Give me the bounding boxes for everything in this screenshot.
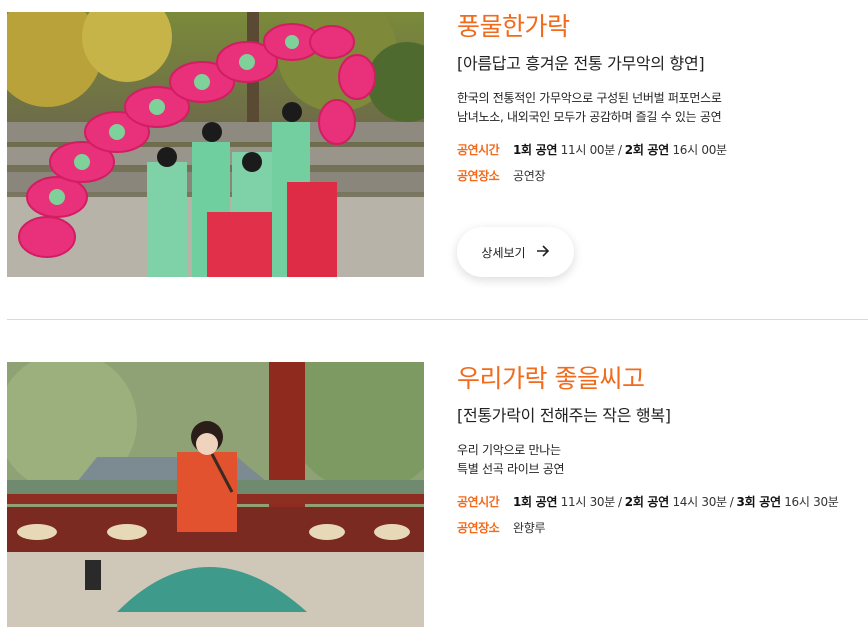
details-button[interactable]: 상세보기: [457, 227, 574, 277]
program-meta: 공연시간 1회 공연 11시 00분/2회 공연 16시 00분 공연장소 공연…: [457, 141, 857, 185]
program-title: 풍물한가락: [457, 12, 570, 41]
description-line: 남녀노소, 내외국인 모두가 공감하며 즐길 수 있는 공연: [457, 110, 722, 124]
schedule-row: 공연시간 1회 공연 11시 00분/2회 공연 16시 00분: [457, 141, 857, 159]
venue-row: 공연장소 완향루: [457, 519, 857, 537]
schedule-value: 1회 공연 11시 30분/2회 공연 14시 30분/3회 공연 16시 30…: [513, 493, 839, 511]
venue-value: 완향루: [513, 521, 546, 535]
session-name: 1회 공연: [513, 495, 558, 509]
program-info: 우리가락 좋을씨고 [전통가락이 전해주는 작은 행복] 우리 기악으로 만나는…: [457, 362, 857, 545]
session-time: 16시 30분: [784, 495, 839, 509]
details-button-label: 상세보기: [481, 245, 526, 260]
session-separator: /: [729, 495, 734, 509]
session-separator: /: [618, 143, 622, 157]
fan-dance-photo: [7, 12, 424, 277]
venue-label: 공연장소: [457, 521, 500, 535]
program-subtitle: [아름답고 흥겨운 전통 가무악의 향연]: [457, 54, 705, 73]
venue-label: 공연장소: [457, 169, 500, 183]
session-name: 2회 공연: [624, 495, 669, 509]
session-time: 11시 00분: [560, 143, 616, 157]
schedule-value: 1회 공연 11시 00분/2회 공연 16시 00분: [513, 141, 727, 159]
session-separator: /: [618, 495, 622, 509]
description-line: 특별 선곡 라이브 공연: [457, 462, 565, 476]
program-subtitle: [전통가락이 전해주는 작은 행복]: [457, 406, 671, 425]
program-title: 우리가락 좋을씨고: [457, 364, 645, 393]
program-card-1: 풍물한가락 [아름답고 흥겨운 전통 가무악의 향연] 한국의 전통적인 가무악…: [0, 0, 868, 320]
session-name: 3회 공연: [736, 495, 781, 509]
session-name: 1회 공연: [513, 143, 558, 157]
program-info: 풍물한가락 [아름답고 흥겨운 전통 가무악의 향연] 한국의 전통적인 가무악…: [457, 10, 857, 193]
venue-row: 공연장소 공연장: [457, 167, 857, 185]
program-meta: 공연시간 1회 공연 11시 30분/2회 공연 14시 30분/3회 공연 1…: [457, 493, 857, 537]
session-time: 11시 30분: [560, 495, 616, 509]
session-name: 2회 공연: [624, 143, 669, 157]
program-description: 우리 기악으로 만나는 특별 선곡 라이브 공연: [457, 441, 857, 479]
program-card-2: 우리가락 좋을씨고 [전통가락이 전해주는 작은 행복] 우리 기악으로 만나는…: [0, 320, 868, 632]
program-description: 한국의 전통적인 가무악으로 구성된 넌버벌 퍼포먼스로 남녀노소, 내외국인 …: [457, 89, 857, 127]
schedule-row: 공연시간 1회 공연 11시 30분/2회 공연 14시 30분/3회 공연 1…: [457, 493, 857, 511]
venue-value: 공연장: [513, 169, 546, 183]
description-line: 우리 기악으로 만나는: [457, 443, 561, 457]
description-line: 한국의 전통적인 가무악으로 구성된 넌버벌 퍼포먼스로: [457, 91, 722, 105]
session-time: 16시 00분: [672, 143, 727, 157]
arrow-right-icon: [536, 244, 550, 260]
session-time: 14시 30분: [672, 495, 727, 509]
flute-player-photo: [7, 362, 424, 627]
schedule-label: 공연시간: [457, 495, 500, 509]
schedule-label: 공연시간: [457, 143, 500, 157]
